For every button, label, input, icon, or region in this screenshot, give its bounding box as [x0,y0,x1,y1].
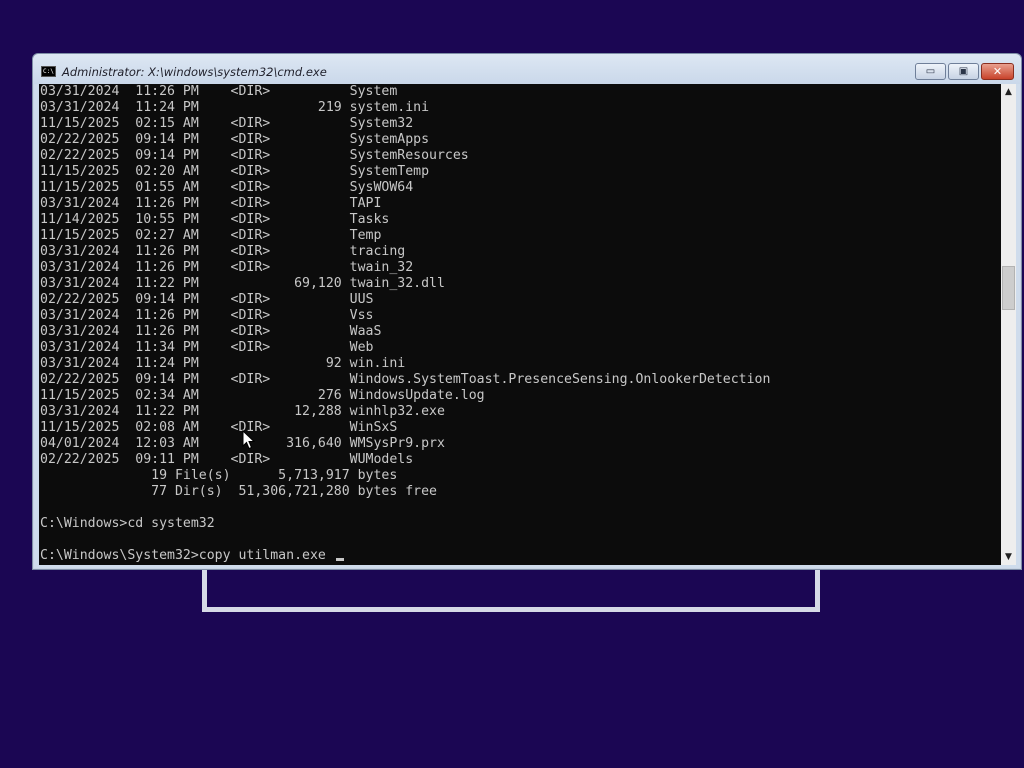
mouse-pointer-icon [242,430,256,450]
console-line: 11/14/2025 10:55 PM <DIR> Tasks [40,212,390,227]
console-line: 02/22/2025 09:14 PM <DIR> SystemApps [40,132,430,147]
console-output[interactable]: 03/31/2024 11:26 PM <DIR> System 03/31/20… [39,84,1001,565]
vertical-scrollbar[interactable]: ▲ ▼ [1001,84,1016,565]
scroll-thumb[interactable] [1002,266,1015,310]
minimize-icon: ▭ [925,66,936,77]
console-line: 03/31/2024 11:24 PM 219 system.ini [40,100,430,115]
cmd-app-icon: C:\ [41,66,56,77]
console-line: 11/15/2025 02:20 AM <DIR> SystemTemp [40,164,430,179]
console-line: 03/31/2024 11:26 PM <DIR> tracing [40,244,406,259]
desktop: C:\ Administrator: X:\windows\system32\c… [0,0,1024,768]
close-button[interactable]: ✕ [981,63,1014,80]
maximize-button[interactable]: ▣ [948,63,979,80]
title-bar[interactable]: C:\ Administrator: X:\windows\system32\c… [33,54,1021,84]
console-lines: 03/31/2024 11:26 PM <DIR> System 03/31/20… [40,84,770,564]
console-line: 03/31/2024 11:24 PM 92 win.ini [40,356,406,371]
console-line: 03/31/2024 11:26 PM <DIR> twain_32 [40,260,414,275]
console-line: 03/31/2024 11:26 PM <DIR> System [40,84,398,99]
scroll-down-arrow-icon[interactable]: ▼ [1001,549,1016,565]
console-line: 02/22/2025 09:14 PM <DIR> SystemResource… [40,148,469,163]
close-icon: ✕ [992,65,1003,78]
console-line: 02/22/2025 09:14 PM <DIR> UUS [40,292,374,307]
console-line: 03/31/2024 11:26 PM <DIR> Vss [40,308,374,323]
window-title: Administrator: X:\windows\system32\cmd.e… [62,65,327,79]
console-line: 03/31/2024 11:34 PM <DIR> Web [40,340,374,355]
maximize-icon: ▣ [958,66,969,77]
console-line: 04/01/2024 12:03 AM 316,640 WMSysPr9.prx [40,436,445,451]
console-line: 03/31/2024 11:26 PM <DIR> WaaS [40,324,382,339]
console-line: 02/22/2025 09:11 PM <DIR> WUModels [40,452,414,467]
scroll-up-arrow-icon[interactable]: ▲ [1001,84,1016,100]
cmd-window[interactable]: C:\ Administrator: X:\windows\system32\c… [32,53,1022,570]
console-line: 02/22/2025 09:14 PM <DIR> Windows.System… [40,372,771,387]
console-line: 19 File(s) 5,713,917 bytes [40,468,398,483]
console-line: 11/15/2025 02:34 AM 276 WindowsUpdate.lo… [40,388,485,403]
command-prompt-line[interactable]: C:\Windows\System32>copy utilman.exe [40,548,770,564]
minimize-button[interactable]: ▭ [915,63,946,80]
console-line: 11/15/2025 01:55 AM <DIR> SysWOW64 [40,180,414,195]
console-line: 11/15/2025 02:27 AM <DIR> Temp [40,228,382,243]
console-line: 03/31/2024 11:22 PM 12,288 winhlp32.exe [40,404,445,419]
text-cursor [335,558,344,561]
console-line: 03/31/2024 11:22 PM 69,120 twain_32.dll [40,276,445,291]
console-line: 77 Dir(s) 51,306,721,280 bytes free [40,484,437,499]
console-line: 11/15/2025 02:15 AM <DIR> System32 [40,116,414,131]
command-input-text: C:\Windows\System32>copy utilman.exe [40,548,334,563]
console-line: C:\Windows>cd system32 [40,516,215,531]
console-line: 11/15/2025 02:08 AM <DIR> WinSxS [40,420,398,435]
console-line: 03/31/2024 11:26 PM <DIR> TAPI [40,196,382,211]
